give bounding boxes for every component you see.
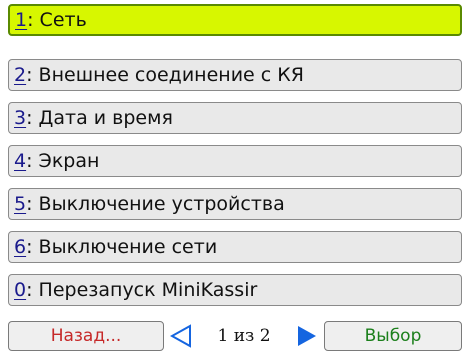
- menu-item-restart[interactable]: 0: Перезапуск MiniKassir: [8, 274, 462, 306]
- menu-item-separator: :: [27, 9, 34, 31]
- menu-item-separator: :: [26, 279, 33, 301]
- menu-item-key: 1: [15, 9, 28, 31]
- menu-item-separator: :: [26, 236, 33, 258]
- menu-item-key: 2: [14, 64, 27, 86]
- footer-bar: Назад... 1 из 2 Выбор: [0, 321, 472, 358]
- menu-item-separator: :: [26, 64, 33, 86]
- menu-item-label: Выключение устройства: [38, 193, 285, 215]
- menu-item-network-shutdown[interactable]: 6: Выключение сети: [8, 231, 462, 263]
- settings-menu: 1: Сеть 2: Внешнее соединение с КЯ 3: Да…: [0, 0, 472, 358]
- back-button[interactable]: Назад...: [8, 321, 164, 351]
- menu-item-key: 6: [14, 236, 27, 258]
- pager: 1 из 2: [170, 321, 318, 351]
- menu-item-external-connection[interactable]: 2: Внешнее соединение с КЯ: [8, 59, 462, 91]
- menu-item-label: Сеть: [39, 9, 87, 31]
- menu-item-label: Экран: [38, 150, 100, 172]
- select-button-label: Выбор: [364, 326, 422, 346]
- triangle-right-filled-icon[interactable]: [296, 324, 318, 348]
- menu-item-label: Выключение сети: [38, 236, 218, 258]
- menu-item-screen[interactable]: 4: Экран: [8, 145, 462, 177]
- menu-item-key: 4: [14, 150, 27, 172]
- page-indicator: 1 из 2: [217, 326, 271, 346]
- back-button-label: Назад...: [50, 326, 122, 346]
- select-button[interactable]: Выбор: [324, 321, 462, 351]
- menu-item-date-time[interactable]: 3: Дата и время: [8, 102, 462, 134]
- menu-item-label: Перезапуск MiniKassir: [38, 279, 258, 301]
- menu-item-key: 3: [14, 107, 27, 129]
- menu-item-separator: :: [26, 193, 33, 215]
- menu-item-label: Дата и время: [38, 107, 173, 129]
- menu-item-device-shutdown[interactable]: 5: Выключение устройства: [8, 188, 462, 220]
- menu-item-network[interactable]: 1: Сеть: [8, 4, 462, 36]
- menu-item-key: 5: [14, 193, 27, 215]
- menu-item-separator: :: [26, 150, 33, 172]
- menu-item-separator: :: [26, 107, 33, 129]
- menu-item-label: Внешнее соединение с КЯ: [38, 64, 304, 86]
- triangle-left-outline-icon[interactable]: [170, 324, 192, 348]
- menu-item-key: 0: [14, 279, 27, 301]
